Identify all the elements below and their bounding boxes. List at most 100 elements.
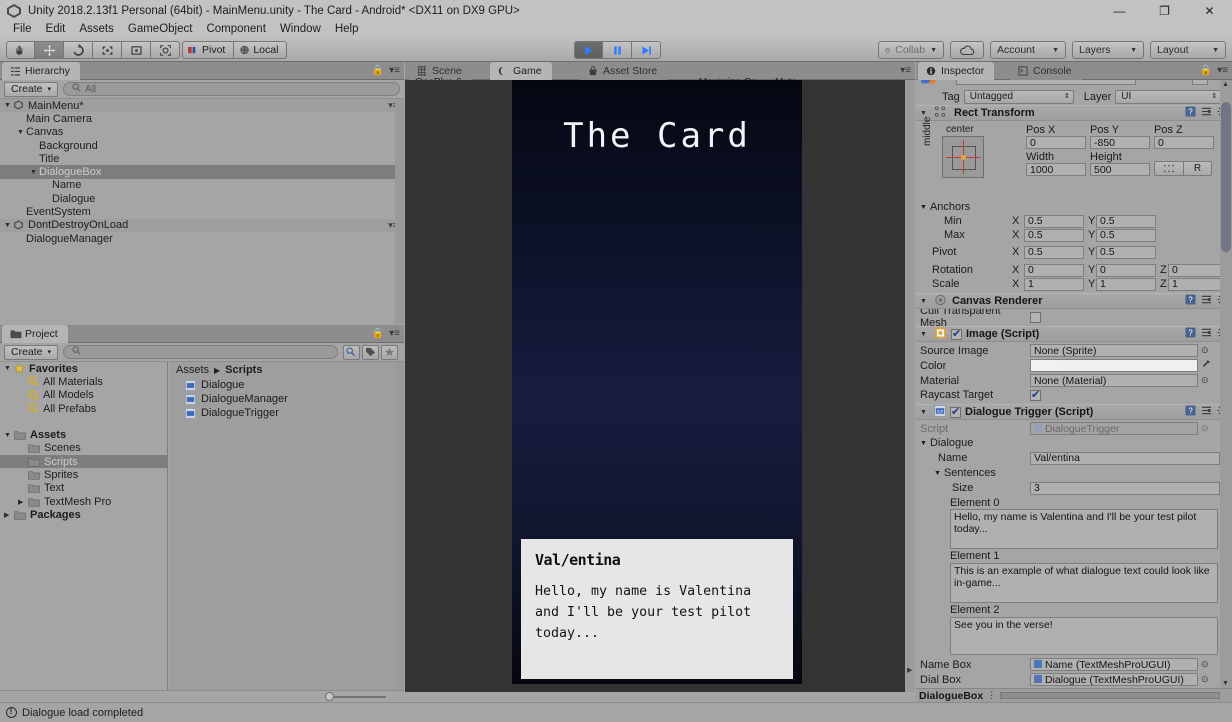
project-search-input[interactable] [63, 345, 338, 359]
foldout-arrow-icon[interactable]: ▼ [916, 470, 941, 477]
minimize-button[interactable]: — [1097, 0, 1142, 21]
anchor-min-x-field[interactable]: 0.5 [1024, 214, 1084, 228]
dialogue-trigger-header[interactable]: ▼ C# Dialogue Trigger (Script) ? [916, 404, 1232, 420]
scroll-down-arrow-icon[interactable]: ▶ [907, 666, 912, 674]
inspector-menu-icon[interactable]: ▾≡ [1217, 65, 1228, 76]
menu-help[interactable]: Help [328, 21, 366, 38]
project-tree-item[interactable]: ▼ All Prefabs [0, 402, 167, 415]
asset-list[interactable]: Dialogue DialogueManager DialogueTrigger [169, 378, 404, 420]
tab-console[interactable]: Console [1010, 62, 1082, 80]
move-tool-button[interactable] [35, 41, 64, 59]
hierarchy-search-input[interactable]: All [63, 82, 400, 96]
tab-inspector[interactable]: Inspector [918, 62, 995, 80]
preset-icon[interactable] [1201, 106, 1212, 120]
sentences-foldout-row[interactable]: ▼ Sentences [916, 466, 1232, 480]
project-tree-item[interactable]: ▼ All Models [0, 389, 167, 402]
hierarchy-row[interactable]: ▼Background [0, 139, 404, 152]
lock-icon[interactable]: 🔒 [372, 328, 384, 339]
inspector-scroll-thumb[interactable] [1221, 102, 1231, 252]
layout-button[interactable]: Layout ▼ [1150, 41, 1226, 59]
rotation-z-field[interactable]: 0 [1168, 263, 1222, 277]
tab-asset-store[interactable]: Asset Store [580, 62, 668, 80]
project-folder-tree[interactable]: ▼Favorites▼All Materials▼All Models▼All … [0, 362, 168, 690]
element-2-textarea[interactable]: See you in the verse! [950, 617, 1218, 655]
gameobject-name-field[interactable] [956, 80, 1136, 85]
pivot-y-field[interactable]: 0.5 [1096, 245, 1156, 259]
project-tree-item[interactable]: ▼ Sprites [0, 468, 167, 481]
hierarchy-row[interactable]: ▼ MainMenu* ▾≡ [0, 99, 404, 113]
pivot-toggle-button[interactable]: Pivot [182, 41, 235, 59]
asset-item[interactable]: DialogueManager [169, 392, 404, 406]
pos-y-field[interactable]: -850 [1090, 136, 1150, 149]
foldout-arrow-icon[interactable]: ▶ [4, 511, 14, 519]
scale-x-field[interactable]: 1 [1024, 277, 1084, 291]
help-icon[interactable]: ? [1185, 294, 1196, 308]
object-picker-icon[interactable]: ⊙ [1201, 375, 1209, 386]
project-tree-item[interactable]: ▼ Assets [0, 428, 167, 441]
hierarchy-row[interactable]: ▼Main Camera [0, 112, 404, 125]
source-image-field[interactable]: None (Sprite) [1030, 344, 1198, 357]
tab-project[interactable]: Project [2, 325, 68, 343]
hierarchy-scrollbar[interactable] [395, 99, 404, 324]
dialogue-trigger-enabled-checkbox[interactable] [950, 405, 961, 418]
foldout-arrow-icon[interactable]: ▼ [916, 204, 927, 211]
sentences-size-field[interactable]: 3 [1030, 481, 1220, 495]
lock-icon[interactable]: 🔒 [372, 65, 384, 76]
pos-z-field[interactable]: 0 [1154, 136, 1214, 149]
pivot-x-field[interactable]: 0.5 [1024, 245, 1084, 259]
asset-item[interactable]: DialogueTrigger [169, 406, 404, 420]
cloud-button[interactable] [950, 41, 984, 59]
static-checkbox[interactable] [1192, 80, 1208, 85]
project-menu-icon[interactable]: ▾≡ [389, 328, 400, 339]
favorite-star-icon[interactable] [381, 344, 398, 360]
menu-file[interactable]: File [6, 21, 39, 38]
element-0-textarea[interactable]: Hello, my name is Valentina and I'll be … [950, 509, 1218, 549]
zoom-slider-knob[interactable] [325, 692, 334, 701]
filter-type-icon[interactable] [343, 344, 360, 360]
hierarchy-row[interactable]: ▼ Canvas [0, 126, 404, 139]
collab-button[interactable]: Collab ▼ [878, 41, 944, 59]
object-picker-icon[interactable]: ⊙ [1201, 674, 1209, 685]
material-field[interactable]: None (Material) [1030, 374, 1198, 387]
scale-y-field[interactable]: 1 [1096, 277, 1156, 291]
account-button[interactable]: Account ▼ [990, 41, 1066, 59]
anchors-foldout-row[interactable]: ▼ Anchors [916, 200, 1232, 214]
help-icon[interactable]: ? [1185, 327, 1196, 341]
maximize-button[interactable]: ❐ [1142, 0, 1187, 21]
project-tree-item[interactable]: ▼ All Materials [0, 375, 167, 388]
layers-button[interactable]: Layers ▼ [1072, 41, 1144, 59]
image-component-header[interactable]: ▼ Image (Script) ? [916, 326, 1232, 342]
anchor-max-y-field[interactable]: 0.5 [1096, 228, 1156, 242]
rotation-x-field[interactable]: 0 [1024, 263, 1084, 277]
pause-button[interactable] [603, 41, 632, 59]
project-tree-item[interactable]: ▼ Scenes [0, 442, 167, 455]
foldout-arrow-icon[interactable]: ▼ [916, 440, 927, 447]
hierarchy-row[interactable]: ▼ DialogueBox [0, 165, 404, 179]
anchor-max-x-field[interactable]: 0.5 [1024, 228, 1084, 242]
close-button[interactable]: ✕ [1187, 0, 1232, 21]
hierarchy-row[interactable]: ▼EventSystem [0, 205, 404, 218]
project-tree-item[interactable]: ▼ Scripts [0, 455, 167, 469]
help-icon[interactable]: ? [1185, 106, 1196, 120]
dialogue-name-field[interactable]: Val/entina [1030, 451, 1220, 465]
foldout-arrow-icon[interactable]: ▼ [920, 409, 929, 416]
hierarchy-row[interactable]: ▼DialogueManager [0, 232, 404, 245]
name-box-field[interactable]: Name (TextMeshProUGUI) [1030, 658, 1198, 671]
image-enabled-checkbox[interactable] [951, 327, 962, 340]
scroll-down-arrow-icon[interactable]: ▼ [1222, 680, 1229, 687]
foldout-arrow-icon[interactable]: ▼ [4, 102, 13, 109]
hierarchy-row[interactable]: ▼Name [0, 179, 404, 192]
eyedropper-icon[interactable] [1201, 359, 1211, 372]
foldout-arrow-icon[interactable]: ▼ [920, 298, 929, 305]
rect-transform-header[interactable]: ▼ Rect Transform ? [916, 105, 1232, 121]
lock-icon[interactable]: 🔒 [1200, 65, 1212, 76]
hierarchy-menu-icon[interactable]: ▾≡ [389, 65, 400, 76]
status-bar[interactable]: Dialogue load completed [0, 702, 1232, 722]
raycast-target-checkbox[interactable] [1030, 388, 1041, 401]
element-1-textarea[interactable]: This is an example of what dialogue text… [950, 563, 1218, 603]
rotation-y-field[interactable]: 0 [1096, 263, 1156, 277]
tag-dropdown[interactable]: Untagged ⇕ [963, 89, 1074, 104]
menu-gameobject[interactable]: GameObject [121, 21, 200, 38]
filter-label-icon[interactable] [362, 344, 379, 360]
foldout-arrow-icon[interactable]: ▼ [4, 222, 13, 229]
